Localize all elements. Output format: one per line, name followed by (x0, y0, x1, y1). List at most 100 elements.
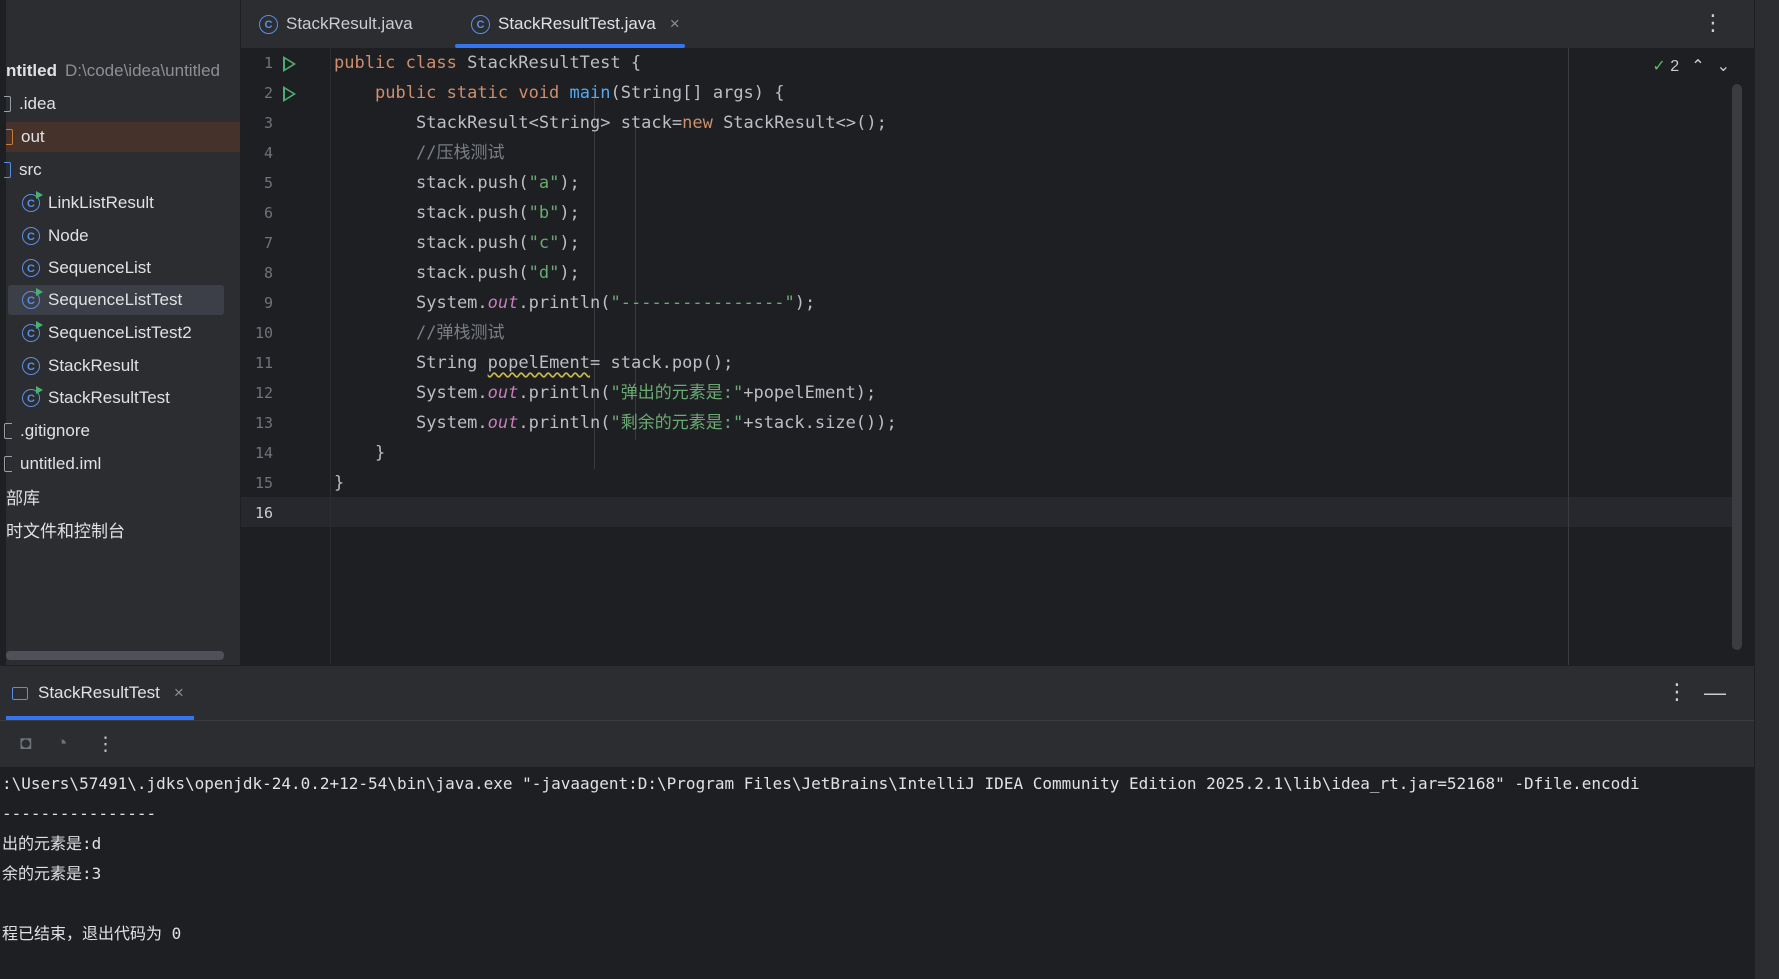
tree-item-stackresult[interactable]: C StackResult (22, 351, 139, 381)
run-tool-window-header: StackResultTest × ⋮ — (0, 666, 1754, 721)
line-number: 7 (263, 234, 273, 252)
line-number: 5 (263, 174, 273, 192)
run-icon[interactable] (283, 86, 296, 102)
code-line-1: public class StackResultTest { (334, 53, 642, 73)
more-icon[interactable]: ⋮ (96, 733, 115, 756)
tab-stackresulttest-java[interactable]: C StackResultTest.java × (455, 0, 685, 48)
minimize-icon[interactable]: — (1704, 680, 1726, 706)
tree-item-stackresulttest[interactable]: C StackResultTest (22, 383, 170, 413)
code-line-3: StackResult<String> stack=new StackResul… (416, 113, 887, 133)
close-run-tab-icon[interactable]: × (174, 683, 184, 703)
project-root-name: ntitled (6, 61, 57, 80)
tab-stackresult-java[interactable]: C StackResult.java (259, 0, 413, 48)
folder-icon (4, 96, 11, 112)
class-icon: C (259, 14, 278, 34)
line-number: 8 (263, 264, 273, 282)
tree-item-external-libraries[interactable]: 部库 (6, 481, 40, 511)
current-line-highlight (241, 497, 1738, 527)
tree-item-label: SequenceListTest (48, 290, 183, 309)
console-line: 出的元素是:d (2, 834, 102, 853)
check-icon: ✓ (1652, 58, 1666, 75)
code-line-12: System.out.println("弹出的元素是:"+popelEment)… (416, 383, 877, 403)
right-tool-strip (1754, 0, 1779, 979)
class-icon: C (22, 357, 40, 375)
code-line-2: public static void main(String[] args) { (375, 83, 785, 103)
file-icon (4, 456, 12, 472)
tree-item-label: out (21, 127, 45, 146)
tree-item-linklistresult[interactable]: C LinkListResult (22, 188, 154, 218)
tree-item-scratches[interactable]: 时文件和控制台 (6, 514, 125, 544)
line-number: 15 (254, 474, 273, 492)
tree-item-node[interactable]: C Node (22, 221, 89, 251)
console-line: :\Users\57491\.jdks\openjdk-24.0.2+12-54… (2, 774, 1640, 793)
code-line-4: //压栈测试 (416, 143, 505, 163)
project-root-path: D:\code\idea\untitled (65, 61, 220, 80)
tree-item-label: .idea (19, 94, 56, 113)
class-icon: C (22, 259, 40, 277)
tab-label: StackResultTest.java (498, 14, 656, 33)
console-line: 余的元素是:3 (2, 864, 102, 883)
runnable-class-icon: C (22, 191, 43, 212)
code-line-10: //弹栈测试 (416, 323, 505, 343)
source-folder-icon (4, 162, 11, 178)
tree-item-out[interactable]: out (6, 122, 240, 152)
chevron-down-icon[interactable]: ⌄ (1717, 56, 1730, 76)
inspection-status: ✓ 2 (1652, 56, 1679, 76)
line-number: 11 (254, 354, 273, 372)
run-tab-label: StackResultTest (38, 683, 160, 702)
run-tab-stackresulttest[interactable]: StackResultTest × (6, 666, 194, 720)
project-root-node[interactable]: ntitled D:\code\idea\untitled (6, 56, 220, 86)
line-number: 12 (254, 384, 273, 402)
run-toolbar: ◘ ◔ ⋮ (0, 721, 1754, 767)
code-line-8: stack.push("d"); (416, 263, 580, 283)
line-number: 1 (263, 54, 273, 72)
tree-item-label: StackResult (48, 356, 139, 375)
line-number: 3 (263, 114, 273, 132)
console-line: ---------------- (2, 804, 157, 823)
code-line-6: stack.push("b"); (416, 203, 580, 223)
tree-item-untitled-iml[interactable]: untitled.iml (4, 449, 101, 479)
code-line-7: stack.push("c"); (416, 233, 580, 253)
tree-item-label: 时文件和控制台 (6, 521, 125, 541)
tree-item-sequencelist[interactable]: C SequenceList (22, 253, 151, 283)
console-output[interactable]: :\Users\57491\.jdks\openjdk-24.0.2+12-54… (0, 767, 1754, 979)
code-line-11: String popelEment= stack.pop(); (416, 353, 734, 373)
tree-item-gitignore[interactable]: .gitignore (4, 416, 90, 446)
tree-item-sequencelisttest2[interactable]: C SequenceListTest2 (22, 318, 192, 348)
code-line-13: System.out.println("剩余的元素是:"+stack.size(… (416, 413, 897, 433)
more-icon[interactable]: ⋮ (1702, 10, 1724, 36)
camera-icon[interactable]: ◘ (20, 733, 31, 755)
line-number: 14 (254, 444, 273, 462)
tree-item-label: src (19, 160, 42, 179)
right-margin-guide (1568, 48, 1569, 665)
tab-label: StackResult.java (286, 14, 413, 33)
runnable-class-icon: C (22, 288, 43, 309)
run-icon[interactable] (283, 56, 296, 72)
class-icon: C (22, 227, 40, 245)
tree-item-sequencelisttest[interactable]: C SequenceListTest (8, 285, 224, 315)
close-tab-icon[interactable]: × (670, 14, 680, 34)
chevron-up-icon[interactable]: ⌃ (1691, 56, 1704, 76)
project-tool-window: ntitled D:\code\idea\untitled .idea out … (0, 0, 241, 665)
tree-item-label: StackResultTest (48, 388, 170, 407)
code-line-9: System.out.println("----------------"); (416, 293, 816, 313)
editor-tab-bar: C StackResult.java C StackResultTest.jav… (241, 0, 1754, 49)
editor-vertical-scrollbar[interactable] (1732, 84, 1742, 650)
tree-item-label: SequenceList (48, 258, 152, 277)
runnable-class-icon: C (22, 321, 43, 342)
more-icon[interactable]: ⋮ (1666, 679, 1688, 705)
line-number: 4 (263, 144, 273, 162)
tree-item-label: .gitignore (20, 421, 90, 440)
console-line: 程已结束，退出代码为 0 (2, 924, 182, 943)
line-number: 2 (263, 84, 273, 102)
console-icon (12, 686, 28, 700)
sidebar-horizontal-scrollbar[interactable] (6, 651, 224, 660)
tree-item-src[interactable]: src (4, 155, 42, 185)
code-editor[interactable]: 1 2 3 4 5 6 7 8 9 10 11 12 13 14 15 16 p… (241, 48, 1754, 665)
tree-item-label: Node (48, 226, 89, 245)
inspection-widget[interactable]: ✓ 2 ⌃ ⌄ (1652, 56, 1730, 76)
excluded-folder-icon (6, 129, 13, 145)
gauge-icon[interactable]: ◔ (56, 733, 67, 755)
tree-item-idea[interactable]: .idea (4, 89, 56, 119)
